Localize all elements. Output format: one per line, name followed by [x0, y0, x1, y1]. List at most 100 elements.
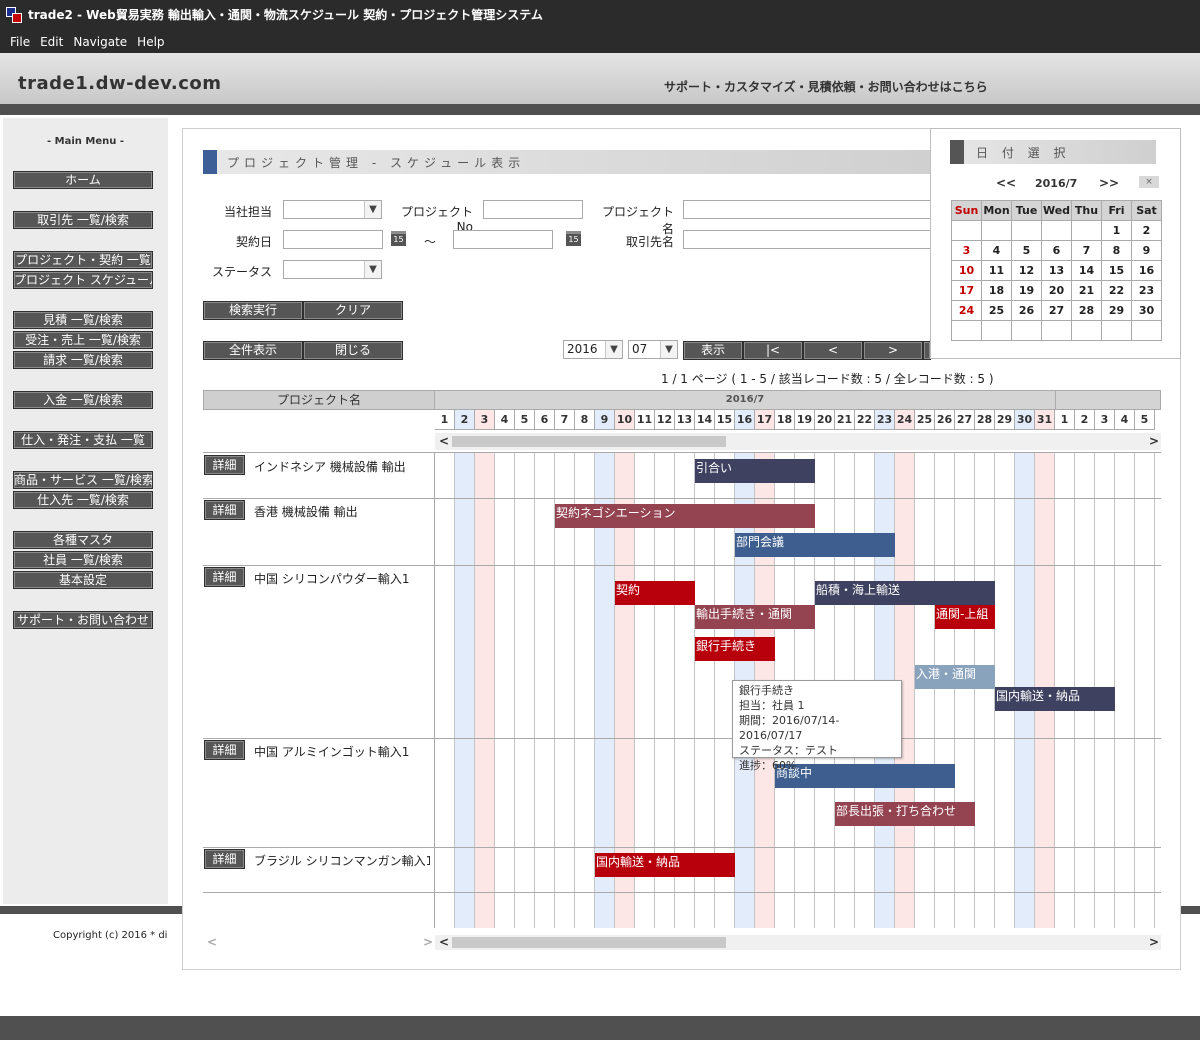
project-name-input[interactable] [683, 200, 931, 219]
calendar-day[interactable]: 24 [951, 300, 982, 321]
task-bar[interactable]: 通関-上組 [935, 605, 995, 629]
task-bar[interactable]: 契約ネゴシエーション [555, 504, 815, 528]
detail-button[interactable]: 詳細 [204, 455, 245, 475]
contract-date-to[interactable] [453, 230, 553, 249]
calendar-day[interactable]: 16 [1131, 260, 1162, 281]
chevron-down-icon[interactable]: ▼ [660, 341, 677, 358]
task-bar[interactable]: 銀行手続き [695, 637, 775, 661]
close-button[interactable]: 閉じる [303, 341, 403, 360]
calendar-day[interactable]: 28 [1071, 300, 1102, 321]
calendar-day[interactable]: 3 [951, 240, 982, 261]
month-select[interactable]: 07 ▼ [628, 340, 678, 359]
bottom-scrollbar[interactable]: < > < > [203, 935, 1161, 950]
calendar-day[interactable]: 25 [981, 300, 1012, 321]
calendar-day[interactable]: 5 [1011, 240, 1042, 261]
scroll-right-icon[interactable]: > [1149, 434, 1159, 448]
calendar-day[interactable]: 2 [1131, 220, 1162, 241]
calendar-day[interactable]: 23 [1131, 280, 1162, 301]
scroll-right-icon[interactable]: > [1149, 935, 1159, 949]
task-bar[interactable]: 船積・海上輸送 [815, 581, 995, 605]
scroll-left-icon[interactable]: < [439, 434, 449, 448]
task-bar[interactable]: 引合い [695, 459, 815, 483]
task-bar[interactable]: 入港・通関 [915, 665, 995, 689]
menu-projects[interactable]: プロジェクト・契約 一覧 [13, 251, 153, 269]
menu-orders[interactable]: 受注・売上 一覧/検索 [13, 331, 153, 349]
detail-button[interactable]: 詳細 [204, 740, 245, 760]
calendar-day[interactable]: 14 [1071, 260, 1102, 281]
calendar-day[interactable]: 1 [1101, 220, 1132, 241]
scroll-left-icon[interactable]: < [207, 935, 217, 949]
calendar-day[interactable]: 6 [1041, 240, 1072, 261]
scroll-left-icon[interactable]: < [439, 935, 449, 949]
client-input[interactable] [683, 230, 931, 249]
task-bar[interactable]: 輸出手続き・通関 [695, 605, 815, 629]
menu-purchases[interactable]: 仕入・発注・支払 一覧 [13, 431, 153, 449]
calendar-day[interactable]: 10 [951, 260, 982, 281]
first-page-button[interactable]: |< [743, 341, 803, 360]
scrollbar-thumb[interactable] [452, 436, 726, 447]
calendar-day[interactable]: 26 [1011, 300, 1042, 321]
menu-invoices[interactable]: 請求 一覧/検索 [13, 351, 153, 369]
next-month-button[interactable]: >> [1099, 176, 1119, 190]
staff-select[interactable]: ▼ [283, 200, 382, 219]
chevron-down-icon[interactable]: ▼ [364, 261, 381, 278]
calendar-day[interactable]: 22 [1101, 280, 1132, 301]
timeline-scrollbar[interactable]: < > [435, 433, 1161, 450]
menu-support[interactable]: サポート・お問い合わせ [13, 611, 153, 629]
calendar-day[interactable]: 21 [1071, 280, 1102, 301]
task-bar[interactable]: 部長出張・打ち合わせ [835, 802, 975, 826]
menu-masters[interactable]: 各種マスタ [13, 531, 153, 549]
contract-date-from[interactable] [283, 230, 383, 249]
support-link[interactable]: サポート・カスタマイズ・見積依頼・お問い合わせはこちら [664, 78, 988, 95]
task-bar[interactable]: 部門会議 [735, 533, 895, 557]
chevron-down-icon[interactable]: ▼ [605, 341, 622, 358]
show-button[interactable]: 表示 [683, 341, 743, 360]
calendar-day[interactable]: 12 [1011, 260, 1042, 281]
project-no-input[interactable] [483, 200, 583, 219]
menu-settings[interactable]: 基本設定 [13, 571, 153, 589]
menu-navigate[interactable]: Navigate [63, 30, 127, 55]
calendar-day[interactable]: 20 [1041, 280, 1072, 301]
calendar-day[interactable]: 18 [981, 280, 1012, 301]
calendar-icon[interactable]: 15 [391, 231, 406, 246]
year-select[interactable]: 2016 ▼ [563, 340, 623, 359]
calendar-day[interactable]: 9 [1131, 240, 1162, 261]
menu-help[interactable]: Help [127, 30, 164, 55]
menu-employees[interactable]: 社員 一覧/検索 [13, 551, 153, 569]
clear-button[interactable]: クリア [303, 301, 403, 320]
calendar-day[interactable]: 27 [1041, 300, 1072, 321]
menu-products[interactable]: 商品・サービス 一覧/検索 [13, 471, 153, 489]
left-scroll-track[interactable]: < > [203, 935, 435, 950]
detail-button[interactable]: 詳細 [204, 567, 245, 587]
menu-suppliers[interactable]: 仕入先 一覧/検索 [13, 491, 153, 509]
show-all-button[interactable]: 全件表示 [203, 341, 303, 360]
calendar-day[interactable]: 15 [1101, 260, 1132, 281]
close-icon[interactable]: × [1139, 176, 1159, 188]
task-bar[interactable]: 国内輸送・納品 [995, 687, 1115, 711]
detail-button[interactable]: 詳細 [204, 849, 245, 869]
menu-estimates[interactable]: 見積 一覧/検索 [13, 311, 153, 329]
calendar-day[interactable]: 7 [1071, 240, 1102, 261]
calendar-day[interactable]: 30 [1131, 300, 1162, 321]
menu-file[interactable]: File [0, 30, 30, 55]
calendar-day[interactable]: 8 [1101, 240, 1132, 261]
calendar-day[interactable]: 19 [1011, 280, 1042, 301]
menu-payments[interactable]: 入金 一覧/検索 [13, 391, 153, 409]
site-name[interactable]: trade1.dw-dev.com [18, 73, 222, 94]
calendar-day[interactable]: 11 [981, 260, 1012, 281]
scrollbar-thumb[interactable] [452, 937, 726, 948]
detail-button[interactable]: 詳細 [204, 500, 245, 520]
task-bar[interactable]: 国内輸送・納品 [595, 853, 735, 877]
scroll-right-icon[interactable]: > [423, 935, 433, 949]
calendar-day[interactable]: 17 [951, 280, 982, 301]
menu-project-schedule[interactable]: プロジェクト スケジュール [13, 271, 153, 289]
menu-clients[interactable]: 取引先 一覧/検索 [13, 211, 153, 229]
calendar-day[interactable]: 13 [1041, 260, 1072, 281]
status-select[interactable]: ▼ [283, 260, 382, 279]
next-button[interactable]: > [863, 341, 923, 360]
chevron-down-icon[interactable]: ▼ [364, 201, 381, 218]
menu-edit[interactable]: Edit [30, 30, 63, 55]
task-bar[interactable]: 契約 [615, 581, 695, 605]
calendar-icon[interactable]: 15 [566, 231, 581, 246]
prev-month-button[interactable]: << [996, 176, 1016, 190]
